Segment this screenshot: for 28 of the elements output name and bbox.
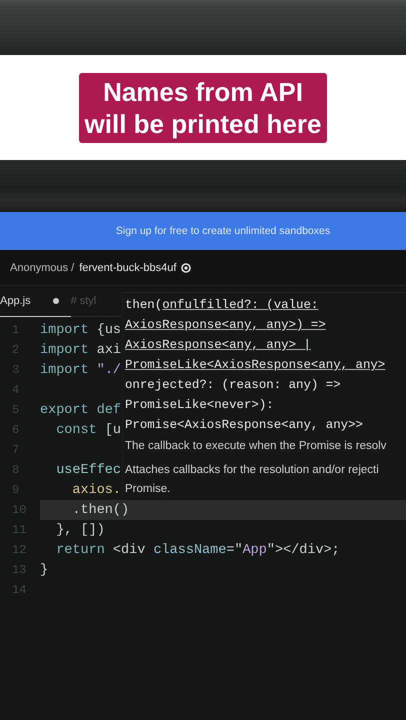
signature-line: Promise<AxiosResponse<any, any>> — [125, 417, 364, 434]
code-line: }, []) — [55, 522, 105, 538]
code-line: import "./ — [40, 362, 122, 378]
code-line: axios. — [71, 482, 122, 498]
doc-text: The callback to execute when the Promise is resolv — [125, 439, 388, 454]
owner-label: Anonymous / — [10, 262, 74, 274]
code-line: import axi — [40, 342, 122, 358]
doc-text: Attaches callbacks for the resolution and/or rejecti — [125, 463, 380, 478]
signature-line: AxiosResponse<any, any>) => — [125, 317, 327, 334]
signup-banner[interactable]: Sign up for free to create unlimited sandboxes — [0, 212, 406, 250]
doc-text: Promise. — [125, 482, 172, 497]
caption-label: Names from API will be printed here — [78, 72, 328, 142]
signature-line: PromiseLike<AxiosResponse<any, any> — [125, 357, 386, 374]
globe-icon — [181, 262, 192, 272]
sandbox-name: fervent-buck-bbs4uf — [79, 262, 176, 274]
code-line: .then() — [71, 502, 130, 518]
file-tab[interactable]: # styl — [70, 286, 108, 316]
signature-line: then(onfulfilled?: (value: — [125, 297, 320, 314]
signature-line: onrejected?: (reason: any) => — [125, 377, 342, 394]
code-line: useEffec — [55, 462, 122, 478]
code-line: import {us — [40, 322, 122, 338]
code-line: const [u — [55, 422, 122, 438]
code-line: return <div className="App"></div>; — [55, 542, 340, 558]
code-line: export def — [40, 402, 122, 418]
signature-line: AxiosResponse<any, any> | — [125, 337, 312, 354]
signature-line: PromiseLike<never>): — [125, 397, 275, 414]
file-tab[interactable]: App.js — [0, 286, 71, 316]
code-line: } — [40, 562, 48, 578]
